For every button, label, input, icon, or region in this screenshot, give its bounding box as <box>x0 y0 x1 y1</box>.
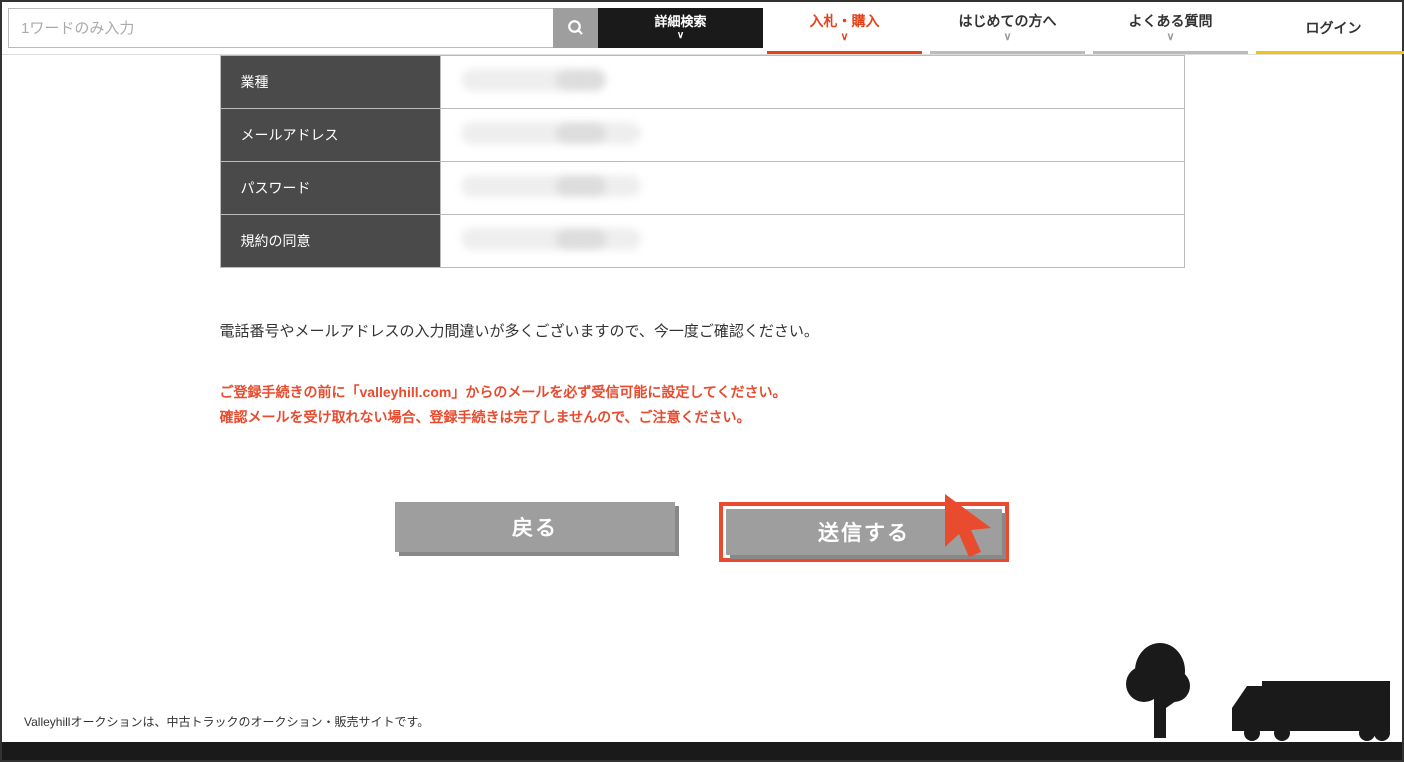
chevron-down-icon: ∨ <box>1003 30 1011 44</box>
button-row: 戻る 送信する <box>220 502 1185 562</box>
warning-line: ご登録手続きの前に「valleyhill.com」からのメールを必ず受信可能に設… <box>220 380 1185 405</box>
redacted-value <box>461 69 571 91</box>
nav-label: ログイン <box>1306 19 1362 37</box>
form-row-password: パスワード <box>220 162 1184 215</box>
chevron-down-icon: ∨ <box>1166 30 1174 44</box>
nav-label: はじめての方へ <box>959 12 1057 30</box>
search-area: 詳細検索 ∨ <box>2 2 763 54</box>
notice-text: 電話番号やメールアドレスの入力間違いが多くございますので、今一度ご確認ください。 <box>220 320 1185 344</box>
redacted-value <box>461 122 641 144</box>
form-value <box>440 162 1184 215</box>
advanced-search-label: 詳細検索 <box>654 15 706 29</box>
submit-highlight: 送信する <box>719 502 1009 562</box>
footer-text: Valleyhillオークションは、中古トラックのオークション・販売サイトです。 <box>24 713 429 730</box>
nav-item-faq[interactable]: よくある質問 ∨ <box>1093 2 1248 54</box>
search-input[interactable] <box>8 8 553 48</box>
form-label: パスワード <box>220 162 440 215</box>
back-button[interactable]: 戻る <box>395 502 675 552</box>
nav-item-buy[interactable]: 入札・購入 ∨ <box>767 2 922 54</box>
search-icon <box>567 19 585 37</box>
redacted-value <box>461 175 641 197</box>
nav-item-login[interactable]: ログイン <box>1256 2 1404 54</box>
chevron-down-icon: ∨ <box>840 30 848 44</box>
nav-label: 入札・購入 <box>810 12 880 30</box>
form-label: メールアドレス <box>220 109 440 162</box>
form-table: 業種 メールアドレス パスワード 規約の同意 <box>220 55 1185 268</box>
form-row-industry: 業種 <box>220 56 1184 109</box>
search-button[interactable] <box>553 8 598 48</box>
redacted-value <box>461 228 641 250</box>
form-label: 規約の同意 <box>220 215 440 268</box>
header: 詳細検索 ∨ 入札・購入 ∨ はじめての方へ ∨ よくある質問 ∨ ログイン <box>2 2 1402 55</box>
advanced-search-button[interactable]: 詳細検索 ∨ <box>598 8 763 48</box>
nav-label: よくある質問 <box>1129 12 1213 30</box>
form-value <box>440 56 1184 109</box>
nav: 入札・購入 ∨ はじめての方へ ∨ よくある質問 ∨ ログイン <box>763 2 1404 54</box>
submit-button[interactable]: 送信する <box>726 509 1002 555</box>
chevron-down-icon: ∨ <box>677 30 684 41</box>
warning-text: ご登録手続きの前に「valleyhill.com」からのメールを必ず受信可能に設… <box>220 380 1185 430</box>
form-value <box>440 109 1184 162</box>
content: 業種 メールアドレス パスワード 規約の同意 電話番号やメールアドレスの入力間違… <box>220 55 1185 562</box>
warning-line: 確認メールを受け取れない場合、登録手続きは完了しませんので、ご注意ください。 <box>220 405 1185 430</box>
form-row-email: メールアドレス <box>220 109 1184 162</box>
form-label: 業種 <box>220 56 440 109</box>
form-value <box>440 215 1184 268</box>
form-row-terms: 規約の同意 <box>220 215 1184 268</box>
nav-item-firsttime[interactable]: はじめての方へ ∨ <box>930 2 1085 54</box>
footer-silhouette <box>1112 636 1402 746</box>
footer-bar <box>2 742 1402 760</box>
